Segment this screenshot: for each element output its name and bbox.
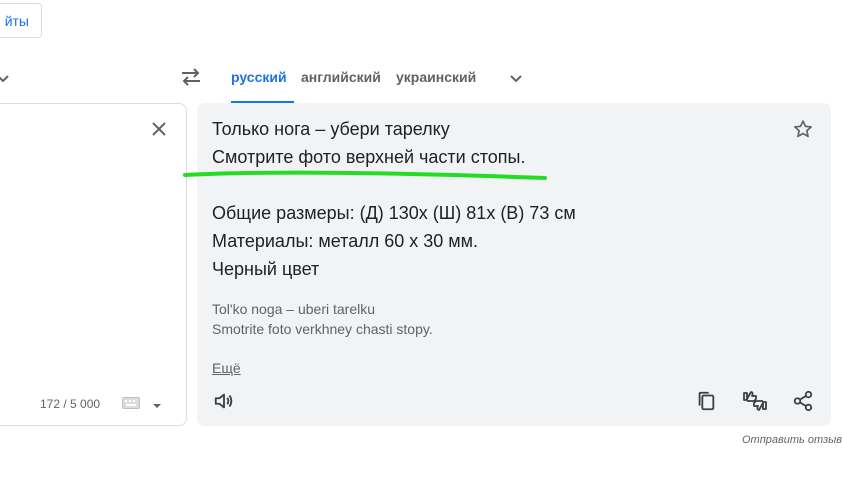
tab-target-russian[interactable]: русский [231, 69, 294, 103]
chevron-down-icon [509, 71, 523, 89]
rate-translation-button[interactable] [742, 389, 768, 418]
caret-down-icon [152, 396, 162, 414]
translation-line: Только нога – убери тарелку [212, 119, 450, 139]
source-text-panel[interactable] [0, 103, 187, 426]
translation-line: Смотрите фото верхней части стопы. [212, 147, 526, 167]
listen-button[interactable] [212, 391, 236, 415]
websites-button-label: йты [4, 12, 29, 29]
translation-text: Только нога – убери тарелку Смотрите фот… [212, 115, 772, 283]
feedback-thumbs-icon [742, 389, 768, 418]
chevron-down-icon[interactable] [0, 72, 10, 86]
tab-label: украинский [396, 69, 477, 85]
share-icon [792, 390, 814, 417]
more-languages-button[interactable] [506, 70, 526, 90]
star-icon [793, 119, 813, 144]
character-count: 172 / 5 000 [40, 397, 101, 411]
save-translation-button[interactable] [792, 119, 814, 144]
more-link[interactable]: Ещё [212, 360, 241, 376]
copy-button[interactable] [694, 391, 718, 415]
translation-line: Общие размеры: (Д) 130х (Ш) 81х (В) 73 с… [212, 203, 576, 223]
tab-target-english[interactable]: английский [301, 69, 381, 103]
send-feedback-link[interactable]: Отправить отзыв [742, 434, 842, 446]
keyboard-button[interactable] [122, 396, 142, 414]
speaker-icon [213, 390, 235, 417]
copy-icon [695, 390, 717, 417]
swap-icon [180, 67, 202, 91]
translation-line: Материалы: металл 60 х 30 мм. [212, 231, 479, 251]
tab-label: английский [301, 69, 381, 85]
transliteration: Tol'ko noga – uberi tarelku Smotrite fot… [212, 299, 433, 339]
swap-languages-button[interactable] [178, 66, 204, 92]
close-icon [151, 121, 167, 142]
clear-source-button[interactable] [148, 120, 170, 142]
translation-line: Черный цвет [212, 259, 320, 279]
tab-label: русский [231, 69, 287, 85]
transliteration-line: Smotrite foto verkhney chasti stopy. [212, 321, 433, 337]
websites-button[interactable]: йты [0, 3, 42, 38]
share-button[interactable] [791, 390, 815, 417]
tab-target-ukrainian[interactable]: украинский [396, 69, 476, 103]
transliteration-line: Tol'ko noga – uberi tarelku [212, 301, 375, 317]
keyboard-options-button[interactable] [152, 400, 162, 410]
keyboard-icon [122, 396, 140, 414]
green-underline-annotation [183, 170, 547, 180]
